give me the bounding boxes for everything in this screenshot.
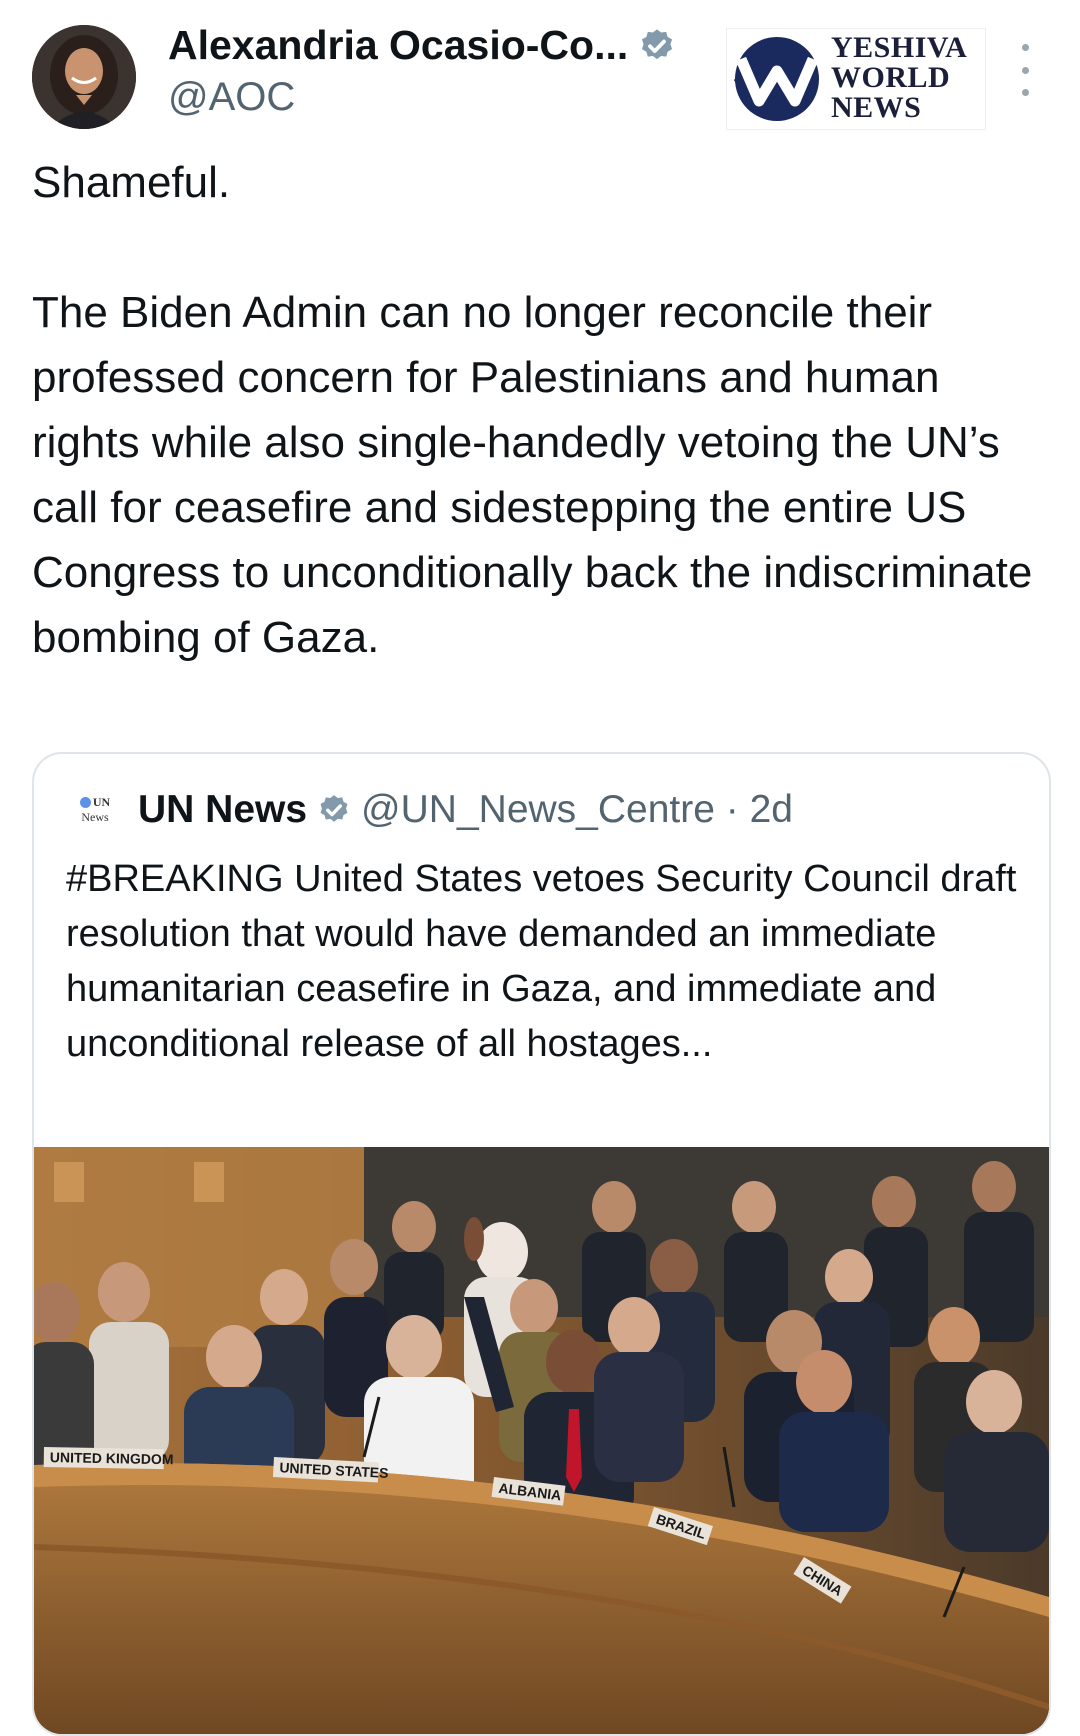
author-block: Alexandria Ocasio-Co... @AOC	[168, 22, 708, 120]
quoted-author-name[interactable]: UN News	[138, 788, 307, 832]
globe-icon	[79, 797, 91, 808]
tweet-paragraph: Shameful.	[32, 158, 231, 207]
verified-badge-icon	[642, 28, 673, 59]
more-dot-icon	[1021, 44, 1029, 51]
watermark-line: WORLD	[831, 61, 951, 94]
verified-badge-icon	[320, 795, 348, 822]
un-logo-text: UN	[92, 795, 111, 809]
quoted-tweet-text: #BREAKING United States vetoes Security …	[66, 858, 1017, 1065]
author-name[interactable]: Alexandria Ocasio-Co...	[168, 22, 628, 69]
quoted-author-handle-time[interactable]: @UN_News_Centre · 2d	[361, 788, 793, 832]
un-logo-subtext: News	[81, 810, 109, 824]
watermark-text: YESHIVA WORLD NEWS	[831, 33, 981, 123]
watermark-line: NEWS	[831, 91, 922, 124]
more-dot-icon	[1021, 66, 1029, 74]
quoted-tweet-photo[interactable]: UNITED KINGDOM UNITED STATES ALBANIA BRA…	[34, 1147, 1049, 1734]
placard-label: UNITED KINGDOM	[50, 1449, 174, 1467]
tweet-body: Shameful. The Biden Admin can no longer …	[32, 150, 1042, 670]
un-news-avatar[interactable]: UN News	[72, 790, 118, 830]
more-dot-icon	[1021, 89, 1029, 96]
more-options-button[interactable]	[1010, 44, 1040, 96]
avatar-photo	[32, 25, 136, 129]
quoted-tweet-header: UN News UN News @UN_News_Centre · 2d	[72, 784, 793, 836]
quoted-tweet-card[interactable]: UN News UN News @UN_News_Centre · 2d #BR…	[32, 752, 1051, 1736]
author-handle[interactable]: @AOC	[168, 75, 708, 120]
ywn-emblem-icon	[733, 37, 819, 121]
tweet-paragraph: The Biden Admin can no longer reconcile …	[32, 288, 1033, 662]
watermark-line: YESHIVA	[831, 31, 968, 64]
watermark-logo: YESHIVA WORLD NEWS	[726, 28, 986, 130]
author-avatar[interactable]	[32, 25, 136, 129]
author-name-row[interactable]: Alexandria Ocasio-Co...	[168, 22, 708, 69]
security-council-photo: UNITED KINGDOM UNITED STATES ALBANIA BRA…	[34, 1147, 1049, 1734]
